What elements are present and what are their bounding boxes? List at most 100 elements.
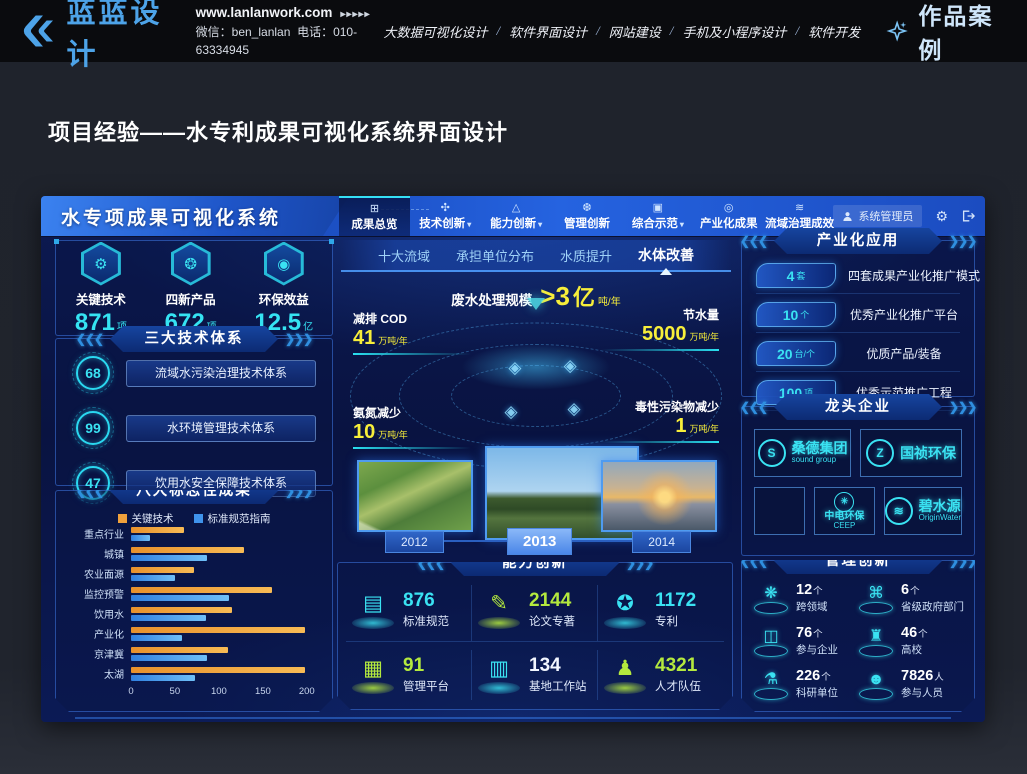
badge-equipment[interactable]: 20台/个 — [756, 341, 836, 366]
medal-icon: ✪ — [604, 589, 646, 631]
chevron-down-icon: ▾ — [538, 220, 542, 229]
logout-icon[interactable] — [961, 209, 975, 223]
globe-visualization: ◈ ◈ ◈ ◈ 减排 COD 41万吨/年 节水量 5000万吨/年 氨氮减少 … — [339, 304, 733, 462]
chart-x-axis: 050100150200 — [131, 686, 320, 700]
industrial-row: 10个 优秀产业化推广平台 — [756, 294, 960, 333]
legend-swatch-key-tech — [118, 514, 127, 523]
logo-originwater[interactable]: ≋ 碧水源OriginWater — [884, 487, 962, 535]
key-tech-icon: ⚙ — [81, 242, 121, 286]
env-benefit-icon: ◉ — [264, 242, 304, 286]
medal-icon: ◎ — [724, 202, 734, 214]
contact-info: www.lanlanwork.com▸▸▸▸▸ 微信：ben_lanlan 电话… — [196, 3, 384, 59]
industrial-row: 20台/个 优质产品/装备 — [756, 333, 960, 372]
stat-key-tech: ⚙ 关键技术 871项 — [75, 242, 127, 335]
tab-water-quality[interactable]: 水质提升 — [560, 246, 612, 265]
box-icon: ▣ — [653, 202, 663, 214]
tab-ten-basins[interactable]: 十大流域 — [378, 246, 430, 265]
dashboard-screenshot: 水专项成果可视化系统 ⊞ 成果总览 ✣ 技术创新▾ △ 能力创新▾ ❆ 管理创新 — [41, 196, 985, 722]
center-tabs: 十大流域 承担单位分布 水质提升 水体改善 — [341, 240, 731, 272]
chart-bar — [131, 535, 150, 541]
chart-row: 城镇 — [66, 546, 320, 561]
timeline-year-2012[interactable]: 2012 — [385, 531, 444, 553]
industrial-row: 4套 四套成果产业化推广模式 — [756, 255, 960, 294]
chart-bar — [131, 647, 228, 653]
system-count: 99 — [76, 411, 110, 445]
stat-workstations: ▥ 134基地工作站 — [472, 650, 598, 700]
chart-bar — [131, 527, 184, 533]
menu-item-management-innovation[interactable]: ❆ 管理创新 — [552, 196, 623, 236]
triangle-icon: △ — [512, 202, 520, 214]
industrial-application-panel: ❮❮❮产业化应用❯❯❯ 4套 四套成果产业化推广模式 10个 优秀产业化推广平台… — [741, 240, 975, 397]
logo-text: 蓝蓝设计 — [66, 0, 177, 73]
menu-item-tech-innovation[interactable]: ✣ 技术创新▾ — [410, 196, 481, 236]
user-account-chip[interactable]: 系统管理员 — [833, 205, 922, 227]
tech-system-row: 99 水环境管理技术体系 — [72, 407, 316, 449]
system-label[interactable]: 流域水污染治理技术体系 — [126, 360, 316, 387]
logo-sound-group[interactable]: S 桑德集团sound group — [754, 429, 851, 477]
cube-icon: ◈ — [564, 356, 577, 376]
callout-ammonia-reduction: 氨氮减少 10万吨/年 — [353, 404, 493, 449]
new-products-icon: ❂ — [171, 242, 211, 286]
lanlan-logo-icon — [22, 13, 58, 49]
grid-icon: ⊞ — [370, 203, 379, 215]
chart-bar — [131, 547, 244, 553]
section-title-tech-systems: 三大技术体系 — [110, 326, 278, 352]
chart-row: 京津冀 — [66, 646, 320, 661]
stat-research-institutes: ⚗ 226个科研单位 — [754, 667, 859, 701]
chart-bar — [131, 607, 232, 613]
nav-bigdata-viz[interactable]: 大数据可视化设计 — [384, 22, 488, 41]
tab-water-improvement[interactable]: 水体改善 — [638, 245, 694, 265]
chart-bar — [131, 575, 175, 581]
microscope-icon: ⚗ — [754, 667, 788, 701]
capability-innovation-panel: ❮❮❮能力创新❯❯❯ ▤ 876标准规范 ✎ 2144论文专著 ✪ 1172专利… — [337, 562, 733, 710]
tech-systems-panel: ❮❮❮三大技术体系❯❯❯ 68 流域水污染治理技术体系 99 水环境管理技术体系… — [55, 338, 333, 486]
stat-universities: ♜ 46个高校 — [859, 624, 964, 658]
bottom-frame-decoration — [75, 711, 951, 719]
people-icon: ♟ — [604, 654, 646, 696]
chart-bar — [131, 675, 195, 681]
originwater-icon: ≋ — [885, 497, 913, 525]
site-url[interactable]: www.lanlanwork.com — [196, 5, 333, 20]
menu-item-overview[interactable]: ⊞ 成果总览 — [339, 196, 410, 236]
site-header: 蓝蓝设计 www.lanlanwork.com▸▸▸▸▸ 微信：ben_lanl… — [0, 0, 1027, 62]
beam-decoration — [527, 298, 545, 310]
menu-item-capability-innovation[interactable]: △ 能力创新▾ — [481, 196, 552, 236]
nav-software-dev[interactable]: 软件开发 — [808, 22, 860, 41]
timeline-year-2014[interactable]: 2014 — [632, 531, 691, 553]
logo-placeholder[interactable] — [754, 487, 805, 535]
page: 蓝蓝设计 www.lanlanwork.com▸▸▸▸▸ 微信：ben_lanl… — [0, 0, 1027, 774]
section-title-industrial: 产业化应用 — [774, 228, 942, 254]
tab-unit-distribution[interactable]: 承担单位分布 — [456, 246, 534, 265]
nav-software-ui[interactable]: 软件界面设计 — [509, 22, 587, 41]
cube-icon: ◈ — [504, 402, 517, 422]
nav-mobile-miniapp[interactable]: 手机及小程序设计 — [682, 22, 786, 41]
chart-row: 产业化 — [66, 626, 320, 641]
portfolio-button[interactable]: 作品案例 — [886, 0, 1005, 65]
university-icon: ♜ — [859, 624, 893, 658]
timeline-year-2013[interactable]: 2013 — [507, 528, 572, 555]
stat-env-benefit: ◉ 环保效益 12.5亿 — [254, 242, 313, 335]
company-logo[interactable]: 蓝蓝设计 — [22, 0, 178, 73]
tech-system-row: 68 流域水污染治理技术体系 — [72, 352, 316, 394]
share-nodes-icon: ❋ — [754, 581, 788, 615]
dashboard-title: 水专项成果可视化系统 — [41, 196, 349, 236]
ceep-icon: ✳ — [834, 492, 854, 512]
site-nav: 大数据可视化设计/ 软件界面设计/ 网站建设/ 手机及小程序设计/ 软件开发 — [384, 22, 861, 41]
gear-icon[interactable]: ⚙ — [935, 209, 948, 223]
photo-2012[interactable] — [357, 460, 473, 532]
key-stats-panel: ⚙ 关键技术 871项 ❂ 四新产品 672项 ◉ 环保效益 12.5亿 — [55, 240, 333, 336]
logo-guozhen[interactable]: Z 国祯环保 — [860, 429, 962, 477]
menu-item-demonstration[interactable]: ▣ 综合示范▾ — [622, 196, 693, 236]
chart-row: 农业面源 — [66, 566, 320, 581]
landmark-achievements-chart-panel: ❮❮❮八大标志性成果❯❯❯ 关键技术 标准规范指南 重点行业 城镇 农业面源 监… — [55, 490, 333, 712]
photo-2014[interactable] — [601, 460, 717, 532]
badge-platforms[interactable]: 10个 — [756, 302, 836, 327]
chart-row: 监控预警 — [66, 586, 320, 601]
wechat-label: 微信：ben_lanlan — [196, 25, 291, 39]
badge-modes[interactable]: 4套 — [756, 263, 836, 288]
guozhen-icon: Z — [866, 439, 894, 467]
logo-ceep[interactable]: ✳ 中电环保CEEP — [814, 487, 874, 535]
system-label[interactable]: 水环境管理技术体系 — [126, 415, 316, 442]
nav-website[interactable]: 网站建设 — [609, 22, 661, 41]
pen-icon: ✎ — [478, 589, 520, 631]
